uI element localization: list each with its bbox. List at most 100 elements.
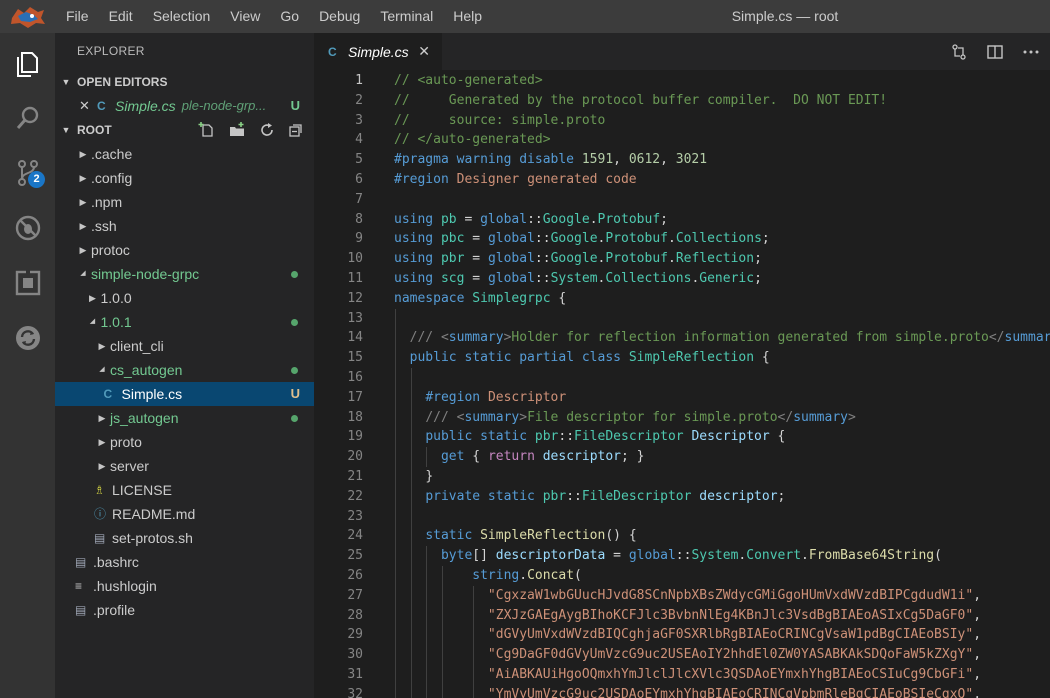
tree-item-label: set-protos.sh [112,530,193,546]
tree-item-1-0-1[interactable]: ◢ 1.0.1 [55,310,314,334]
new-folder-icon[interactable] [228,121,246,139]
code-token: Collections [605,270,692,286]
code-token: { [550,290,567,306]
tree-item-1-0-0[interactable]: ▶ 1.0.0 [55,286,314,310]
root-header[interactable]: ▼ ROOT [55,118,314,142]
explorer-activity-button[interactable] [0,35,55,90]
remote-activity-button[interactable] [0,310,55,365]
code-token: #region [425,389,488,405]
code-line: "CgxzaW1wbGUucHJvdG8SCnNpbXBsZWdycGMiGgo… [394,586,1050,606]
code-token: ( [574,567,582,583]
code-token: ; [754,270,762,286]
new-file-icon[interactable] [198,121,216,139]
code-token: ; } [621,449,645,465]
tree-item-label: .profile [93,602,136,618]
code-token: Descriptor [691,429,770,445]
tree-item-license[interactable]: ♗ LICENSE [55,478,314,502]
split-editor-icon[interactable] [986,43,1004,61]
code-line: "ZXJzGAEgAygBIhoKCFJlc3BvbnNlEg4KBnJlc3V… [394,606,1050,626]
tree-item-npm[interactable]: ▶ .npm [55,190,314,214]
code-token: static [425,528,481,544]
search-activity-button[interactable] [0,90,55,145]
menu-go[interactable]: Go [270,0,309,33]
tree-item-js-autogen[interactable]: ▶ js_autogen [55,406,314,430]
code-token: < [440,330,449,346]
tree-item-simple-cs[interactable]: C Simple.cs U [55,382,314,406]
editor-actions [950,33,1040,70]
tree-item-hushlogin[interactable]: ≡ .hushlogin [55,574,314,598]
close-icon[interactable]: ✕ [79,94,97,118]
menu-help[interactable]: Help [443,0,492,33]
refresh-icon[interactable] [258,121,276,139]
line-number: 15 [347,350,363,366]
tree-item-protoc[interactable]: ▶ protoc [55,238,314,262]
chevron-right-icon: ▶ [79,149,87,159]
code-token: "Cg9DaGF0dGVyUmVzcG9uc2USEAoIY2hhdEl0ZW0… [487,647,974,663]
menu-selection[interactable]: Selection [143,0,221,33]
debug-activity-button[interactable] [0,200,55,255]
tree-item-server[interactable]: ▶ server [55,454,314,478]
chevron-down-icon: ▼ [61,125,71,135]
code-token: { [754,350,770,366]
line-number: 17 [347,389,363,405]
code-token: = [605,548,629,564]
code-token: using [394,270,441,286]
code-token: :: [534,251,551,267]
tree-item-readme-md[interactable]: ⓘ README.md [55,502,314,526]
code-token: "YmVyUmVzcG9uc2USDAoEYmxhYhgBIAEoCRINCgV… [487,686,974,698]
menu-file[interactable]: File [56,0,99,33]
code-token: #pragma warning disable [394,152,582,168]
git-untracked-badge: U [290,386,300,401]
code-line: #region Descriptor [394,388,1050,408]
line-number: 29 [347,627,363,643]
tree-item-ssh[interactable]: ▶ .ssh [55,214,314,238]
code-token: FileDescriptor [574,429,684,445]
tree-item-config[interactable]: ▶ .config [55,166,314,190]
code-token: Google [550,251,598,267]
tree-item-proto[interactable]: ▶ proto [55,430,314,454]
line-number: 12 [347,290,363,306]
tree-item-label: .hushlogin [93,578,157,594]
open-editors-header[interactable]: ▼ OPEN EDITORS [55,70,314,94]
code-token: using [394,231,441,247]
code-line: // </auto-generated> [394,130,1050,150]
extensions-activity-button[interactable] [0,255,55,310]
more-actions-icon[interactable] [1022,43,1040,61]
code-token: ; [761,231,770,247]
open-changes-icon[interactable] [950,43,968,61]
tree-item-cache[interactable]: ▶ .cache [55,142,314,166]
chevron-down-icon: ◢ [89,318,96,325]
chevron-right-icon: ▶ [79,221,87,231]
code-token: summary [1004,330,1050,346]
chevron-down-icon: ◢ [80,270,86,277]
code-token: . [519,567,528,583]
tree-item-label: 1.0.1 [100,314,132,330]
chevron-down-icon: ▼ [61,77,71,87]
source-control-activity-button[interactable]: 2 [0,145,55,200]
menu-edit[interactable]: Edit [99,0,143,33]
code-token: public static partial class [409,350,629,366]
code-area[interactable]: // <auto-generated> // Generated by the p… [394,71,1050,698]
code-token: global [487,270,535,286]
tree-item-simple-node-grpc[interactable]: ◢ simple-node-grpc [55,262,314,286]
menu-view[interactable]: View [220,0,270,33]
tree-item-label: protoc [91,242,130,258]
code-editor[interactable]: 1 2 3 4 5 6 7 8 9 10 11 12 13 14 15 16 17 18 19 20 21 22 23 24 2… [314,70,1050,698]
collapse-all-icon[interactable] [288,121,306,139]
menu-debug[interactable]: Debug [309,0,370,33]
tree-item-cs-autogen[interactable]: ◢ cs_autogen [55,358,314,382]
line-number: 22 [347,488,363,504]
code-line: /// <summary>File descriptor for simple.… [394,408,1050,428]
open-editor-item[interactable]: ✕ C Simple.cs ple-node-grp... U [55,94,314,118]
code-line: "AiABKAUiHgoOQmxhYmJlclJlcXVlc3QSDAoEYmx… [394,665,1050,685]
line-number: 23 [347,508,363,524]
tree-item-set-protos-sh[interactable]: ▤ set-protos.sh [55,526,314,550]
tree-item-client-cli[interactable]: ▶ client_cli [55,334,314,358]
menu-terminal[interactable]: Terminal [370,0,443,33]
tree-item-bashrc[interactable]: ▤ .bashrc [55,550,314,574]
tab-simple-cs[interactable]: C Simple.cs ✕ [314,33,442,70]
code-token: = [464,251,488,267]
tree-item-profile[interactable]: ▤ .profile [55,598,314,622]
tab-close-icon[interactable]: ✕ [418,33,430,70]
